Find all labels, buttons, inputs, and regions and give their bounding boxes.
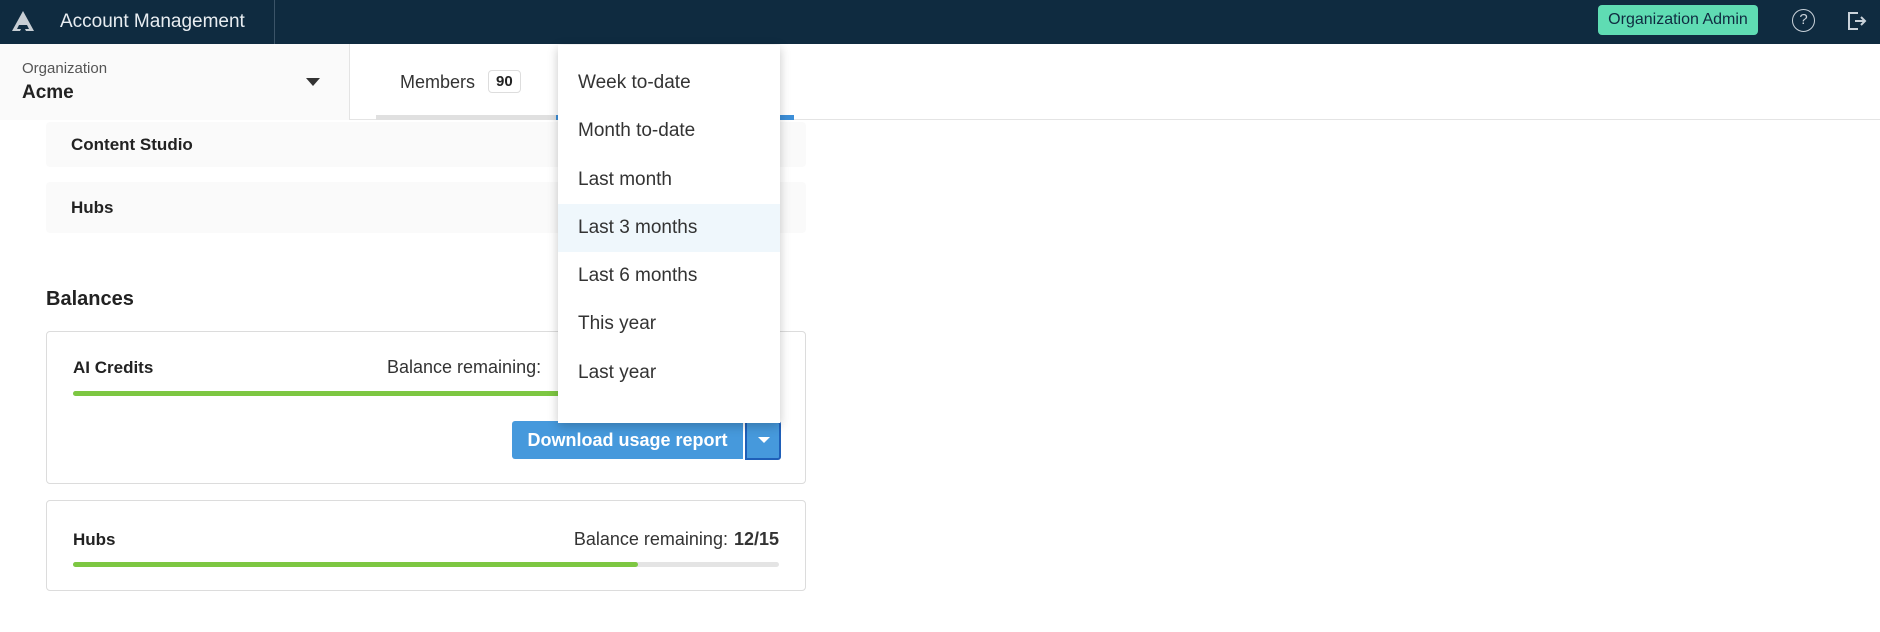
menu-item[interactable]: Last month — [558, 156, 780, 204]
divider — [274, 0, 275, 44]
balance-remaining: Balance remaining: — [387, 357, 541, 378]
top-bar: Account Management Organization Admin ? — [0, 0, 1880, 44]
download-usage-report-button[interactable]: Download usage report — [512, 421, 743, 459]
help-icon[interactable]: ? — [1792, 9, 1815, 32]
balances-heading: Balances — [46, 288, 134, 310]
role-badge[interactable]: Organization Admin — [1598, 5, 1758, 35]
menu-item[interactable]: Last 6 months — [558, 252, 780, 300]
product-name: Content Studio — [71, 134, 193, 154]
app-logo-icon — [12, 11, 34, 31]
tab-members[interactable]: Members 90 — [376, 44, 556, 120]
chevron-down-icon[interactable] — [306, 78, 320, 86]
menu-item[interactable]: Week to-date — [558, 59, 780, 107]
balance-progress-bar — [73, 562, 779, 567]
balance-card-hubs: Hubs Balance remaining: 12/15 — [46, 500, 806, 591]
menu-item[interactable]: This year — [558, 300, 780, 348]
app-title: Account Management — [60, 11, 245, 32]
balance-label: Balance remaining: — [573, 529, 728, 549]
card-title: AI Credits — [73, 358, 154, 377]
organization-label: Organization — [22, 60, 108, 77]
tab-underline — [376, 115, 556, 120]
card-title: Hubs — [73, 530, 116, 549]
balance-progress-fill — [73, 562, 638, 567]
logout-icon[interactable] — [1844, 8, 1870, 34]
organization-selector[interactable]: Organization Acme — [0, 44, 350, 120]
tab-label: Members — [400, 72, 476, 92]
product-name: Hubs — [71, 197, 114, 217]
menu-item[interactable]: Last 3 months — [558, 203, 780, 253]
menu-item[interactable]: Last year — [558, 349, 780, 397]
organization-value: Acme — [22, 82, 74, 103]
members-count-badge: 90 — [488, 70, 521, 93]
balance-label: Balance remaining: — [387, 357, 542, 377]
menu-item[interactable]: Month to-date — [558, 107, 780, 155]
caret-down-icon — [758, 437, 770, 443]
download-options-toggle[interactable] — [745, 421, 781, 460]
balance-remaining: Balance remaining: 12/15 — [574, 529, 779, 550]
balance-value: 12/15 — [733, 529, 779, 549]
date-range-menu: Week to-date Month to-date Last month Last … — [558, 45, 780, 423]
